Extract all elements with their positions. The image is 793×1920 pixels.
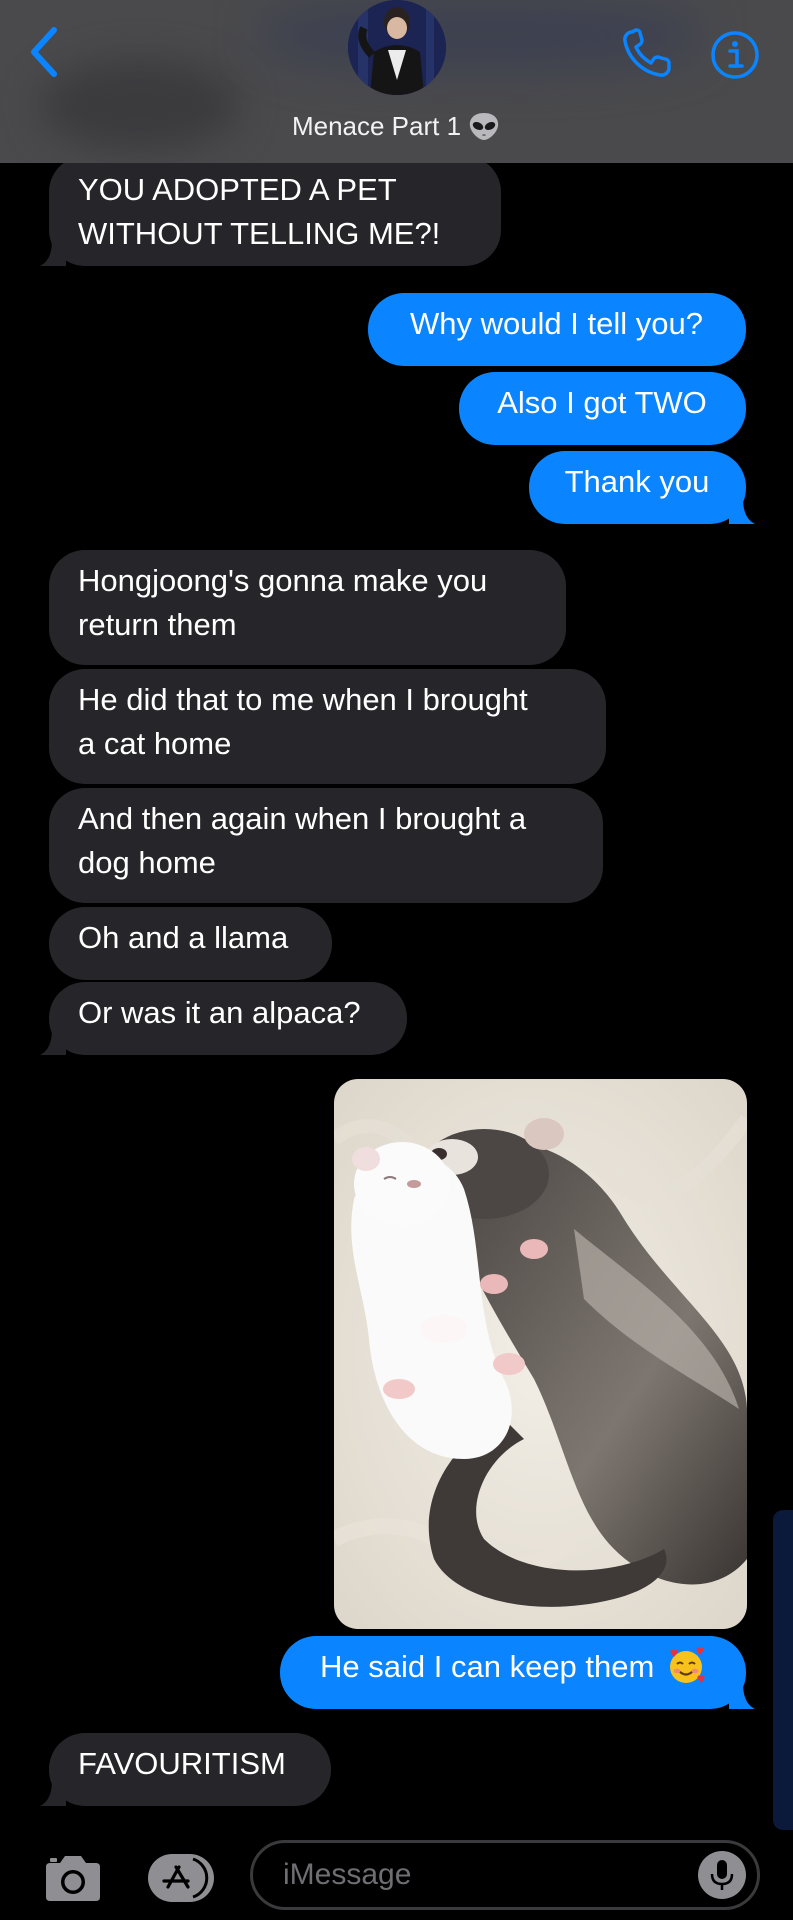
microphone-icon	[710, 1860, 734, 1890]
sent-message-bubble[interactable]: Why would I tell you?	[368, 293, 746, 366]
message-text: Oh and a llama	[78, 920, 289, 955]
message-text-line: a cat home	[78, 726, 232, 761]
sent-message-bubble[interactable]: He said I can keep them	[280, 1636, 755, 1709]
back-button[interactable]	[22, 20, 76, 80]
contact-name-label[interactable]: Menace Part 1	[0, 108, 793, 144]
sent-message-bubble[interactable]: Also I got TWO	[459, 372, 746, 445]
alien-emoji-icon	[469, 113, 499, 140]
message-text-line: And then again when I brought a	[78, 801, 527, 836]
imessage-input[interactable]	[250, 1840, 760, 1910]
conversation-header: Menace Part 1	[0, 0, 793, 163]
message-text-line: dog home	[78, 845, 216, 880]
message-text: Why would I tell you?	[410, 306, 703, 341]
bubble-tail	[729, 498, 755, 524]
message-text: He said I can keep them	[320, 1649, 655, 1684]
camera-icon	[46, 1856, 100, 1901]
app-store-button[interactable]	[146, 1853, 216, 1903]
received-message-bubble[interactable]: Or was it an alpaca?	[40, 982, 407, 1055]
app-store-icon	[148, 1854, 214, 1902]
bubble-tail	[40, 1029, 66, 1055]
phone-icon	[623, 28, 671, 77]
message-text: Thank you	[564, 464, 710, 499]
message-text-line: YOU ADOPTED A PET	[78, 172, 397, 207]
received-message-bubble[interactable]: Hongjoong's gonna make you return them	[49, 550, 566, 665]
sent-message-bubble[interactable]: Thank you	[529, 451, 755, 524]
camera-button[interactable]	[42, 1853, 104, 1903]
avatar-image	[348, 0, 446, 95]
received-message-bubble[interactable]: FAVOURITISM	[40, 1733, 331, 1806]
message-text: Or was it an alpaca?	[78, 995, 361, 1030]
ferrets-photo	[334, 1079, 747, 1629]
received-message-bubble[interactable]: Oh and a llama	[49, 907, 332, 980]
scroll-indicator[interactable]	[773, 1510, 793, 1830]
received-message-bubble[interactable]: And then again when I brought a dog home	[49, 788, 603, 903]
info-button[interactable]	[709, 29, 761, 81]
chevron-left-icon	[31, 27, 57, 77]
microphone-button[interactable]	[698, 1851, 746, 1899]
call-button[interactable]	[620, 28, 676, 80]
received-message-bubble[interactable]: He did that to me when I brought a cat h…	[49, 669, 606, 784]
message-text-line: Hongjoong's gonna make you	[78, 563, 488, 598]
message-text-line: He did that to me when I brought	[78, 682, 528, 717]
message-text-line: WITHOUT TELLING ME?!	[78, 216, 441, 251]
smiling-face-with-hearts-icon	[669, 1647, 705, 1683]
message-text-line: return them	[78, 607, 237, 642]
contact-name: Menace Part 1	[291, 111, 462, 141]
bubble-tail	[729, 1683, 755, 1709]
bubble-tail	[40, 240, 66, 266]
message-text: Also I got TWO	[497, 385, 707, 420]
bubble-tail	[40, 1780, 66, 1806]
photo-attachment[interactable]	[334, 1079, 747, 1629]
contact-avatar[interactable]	[348, 0, 446, 95]
received-message-bubble[interactable]: YOU ADOPTED A PET WITHOUT TELLING ME?!	[40, 156, 501, 266]
info-icon	[711, 31, 759, 79]
message-text: FAVOURITISM	[78, 1746, 286, 1781]
